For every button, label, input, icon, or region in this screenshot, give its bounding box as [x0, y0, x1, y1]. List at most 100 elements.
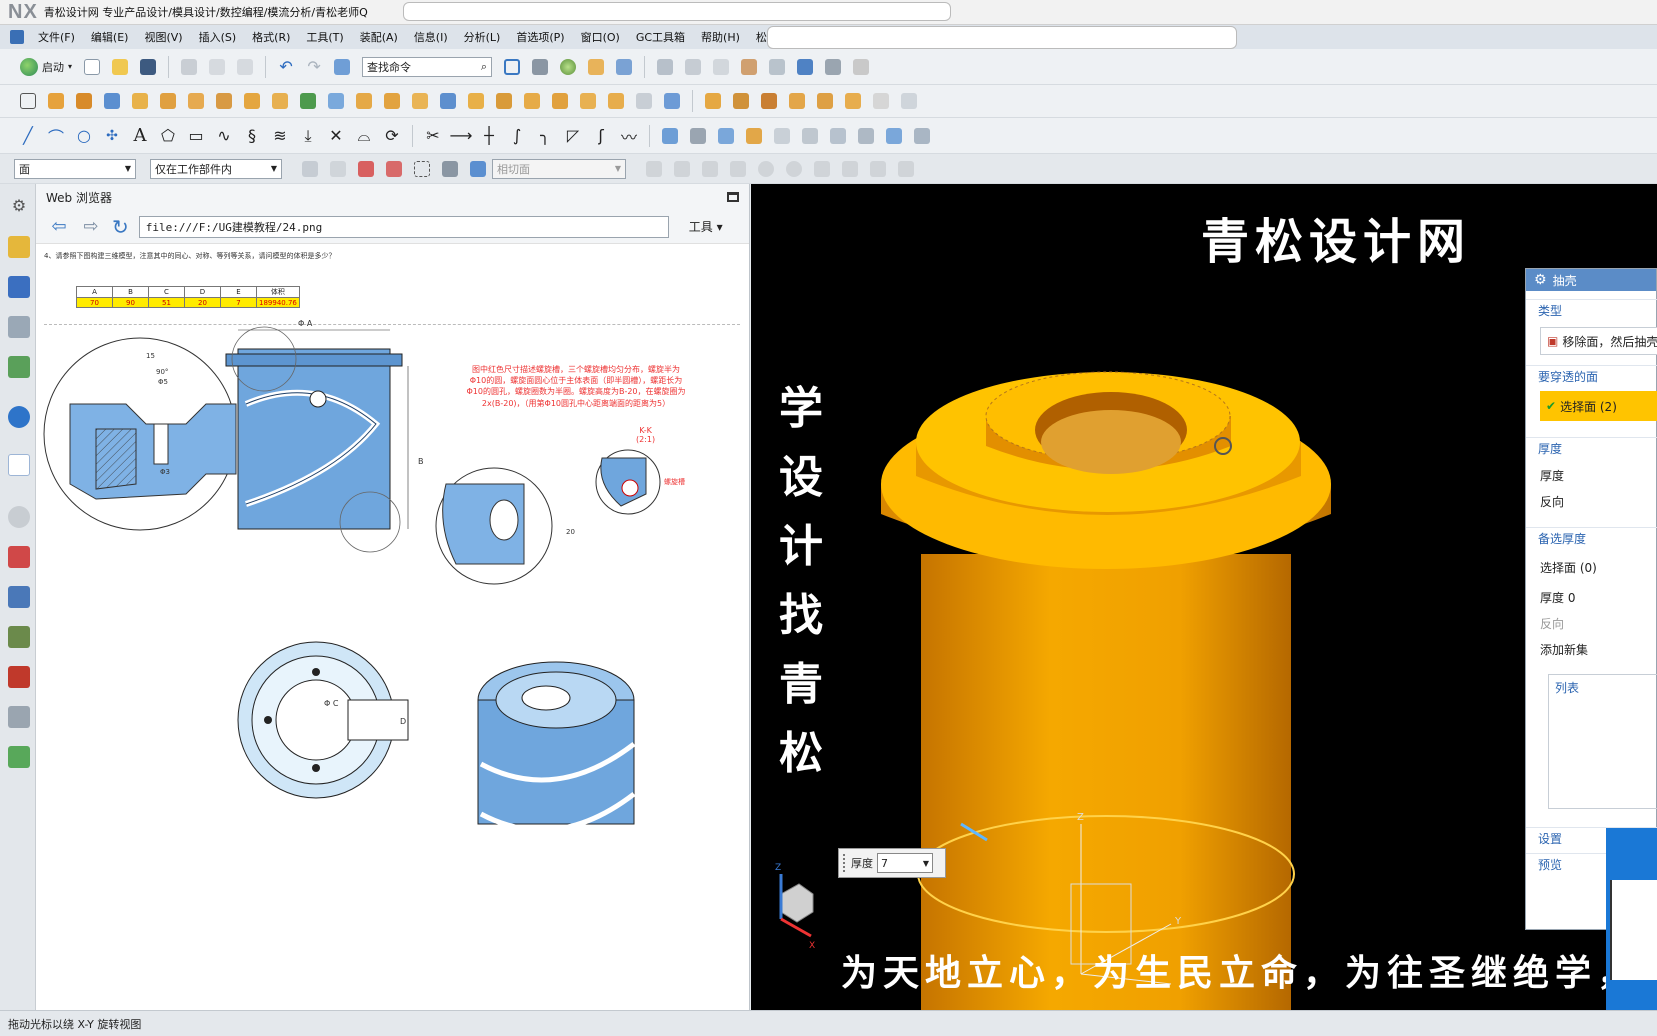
cut-button[interactable]	[178, 56, 200, 78]
patch-button[interactable]	[827, 125, 849, 147]
reuse-library-icon[interactable]	[8, 356, 30, 378]
menu-view[interactable]: 视图(V)	[136, 29, 190, 45]
fit-view-button[interactable]	[501, 56, 523, 78]
url-field[interactable]: file:///F:/UG建模教程/24.png	[138, 215, 669, 238]
chamfer-button[interactable]	[409, 90, 431, 112]
pattern-face-button[interactable]	[842, 90, 864, 112]
replace-face-button[interactable]	[730, 90, 752, 112]
intersect-curve-button[interactable]: ✕	[325, 125, 347, 147]
copy-button[interactable]	[206, 56, 228, 78]
maximize-icon[interactable]	[727, 192, 739, 202]
new-file-button[interactable]	[81, 56, 103, 78]
join-curve-button[interactable]: ʃ	[590, 125, 612, 147]
bridge-curve-button[interactable]: ⌓	[353, 125, 375, 147]
hole-button[interactable]	[213, 90, 235, 112]
feature-select-button[interactable]	[439, 158, 461, 180]
revolve-button[interactable]	[73, 90, 95, 112]
snap-endpoint-button[interactable]	[643, 158, 665, 180]
project-curve-button[interactable]: ⤓	[297, 125, 319, 147]
shell-button[interactable]	[437, 90, 459, 112]
split-body-button[interactable]	[521, 90, 543, 112]
alt-thickness-field[interactable]: 厚度 0	[1540, 589, 1575, 606]
manufacturing-wizard-icon[interactable]	[8, 626, 30, 648]
arc-button[interactable]: ⌒	[45, 125, 67, 147]
process-studio-icon[interactable]	[8, 586, 30, 608]
hd3d-tools-icon[interactable]	[8, 406, 30, 428]
menu-preferences[interactable]: 首选项(P)	[508, 29, 572, 45]
unite-button[interactable]	[297, 90, 319, 112]
through-curves-button[interactable]	[687, 125, 709, 147]
web-browser-icon[interactable]	[8, 454, 30, 476]
cylinder-body[interactable]	[921, 554, 1291, 1010]
forward-arrow-icon[interactable]: ⇨	[80, 216, 102, 237]
sphere-button[interactable]	[557, 56, 579, 78]
subtract-button[interactable]	[325, 90, 347, 112]
offset-region-button[interactable]	[814, 90, 836, 112]
menu-insert[interactable]: 插入(S)	[191, 29, 245, 45]
snap-button[interactable]	[710, 56, 732, 78]
ruler-button[interactable]	[850, 56, 872, 78]
alt-select-face-button[interactable]: 选择面 (0)	[1540, 559, 1597, 576]
system-materials-icon[interactable]	[8, 546, 30, 568]
block-button[interactable]	[101, 90, 123, 112]
cone-button[interactable]	[157, 90, 179, 112]
pierce-section-header[interactable]: 要穿透的面	[1526, 365, 1657, 385]
graphics-window[interactable]: Z Y Z X 青松设计网 学设计找青松 为天地立心，为生民立命，为往圣继绝学，…	[751, 184, 1657, 1010]
delete-face-button[interactable]	[758, 90, 780, 112]
datum-button[interactable]	[661, 90, 683, 112]
spline-button[interactable]: ∿	[213, 125, 235, 147]
menu-tools[interactable]: 工具(T)	[298, 29, 351, 45]
snap-quadrant-button[interactable]	[783, 158, 805, 180]
menu-edit[interactable]: 编辑(E)	[83, 29, 137, 45]
render-style-button[interactable]	[529, 56, 551, 78]
palette-icon[interactable]	[8, 746, 30, 768]
menu-gc-toolbox[interactable]: GC工具箱	[628, 29, 693, 45]
shell-type-dropdown[interactable]: ▣ 移除面，然后抽壳	[1540, 327, 1657, 355]
snap-control-button[interactable]	[699, 158, 721, 180]
assembly-navigator-icon[interactable]	[8, 236, 30, 258]
shell-body-button[interactable]	[898, 90, 920, 112]
menu-file[interactable]: 文件(F)	[30, 29, 83, 45]
snap-onc-button[interactable]	[839, 158, 861, 180]
menu-window[interactable]: 窗口(O)	[573, 29, 628, 45]
resize-face-button[interactable]	[786, 90, 808, 112]
system-scene-icon[interactable]	[8, 706, 30, 728]
section-surface-button[interactable]	[911, 125, 933, 147]
app-menu-icon[interactable]	[10, 30, 24, 44]
sew-button[interactable]	[799, 125, 821, 147]
snap-center-button[interactable]	[755, 158, 777, 180]
offset-face-button[interactable]	[549, 90, 571, 112]
add-new-set-button[interactable]: 添加新集	[1540, 641, 1588, 658]
scale-body-button[interactable]	[605, 90, 627, 112]
snap-intersect-button[interactable]	[727, 158, 749, 180]
rectangle-button[interactable]: ▭	[185, 125, 207, 147]
sync-move-button[interactable]	[702, 90, 724, 112]
history-icon[interactable]	[8, 506, 30, 528]
studio-surface-button[interactable]	[771, 125, 793, 147]
offset-curve-button[interactable]: ≋	[269, 125, 291, 147]
select-face-button[interactable]: ✔ 选择面 (2)	[1540, 391, 1657, 421]
trim-sheet-button[interactable]	[855, 125, 877, 147]
alt-thickness-section-header[interactable]: 备选厚度	[1526, 527, 1657, 547]
save-button[interactable]	[137, 56, 159, 78]
scope-filter-dropdown[interactable]: 仅在工作部件内 ▼	[150, 158, 282, 179]
menu-assembly[interactable]: 装配(A)	[352, 29, 406, 45]
text-button[interactable]: A	[129, 125, 151, 147]
snap-bounded-button[interactable]	[895, 158, 917, 180]
sketch-button[interactable]	[17, 90, 39, 112]
curve-length-button[interactable]: ∫	[506, 125, 528, 147]
filter-reset-button[interactable]	[299, 158, 321, 180]
select-all-button[interactable]	[327, 158, 349, 180]
extend-curve-button[interactable]: ⟶	[450, 125, 473, 147]
thickness-popup-field[interactable]: 7 ▼	[877, 853, 933, 873]
chamfer-curve-button[interactable]: ◸	[562, 125, 584, 147]
model-button[interactable]	[331, 56, 353, 78]
view-orient-button[interactable]	[613, 56, 635, 78]
gear-icon[interactable]: ⚙	[1534, 272, 1547, 288]
layer-button[interactable]	[585, 56, 607, 78]
body-select-button[interactable]	[467, 158, 489, 180]
analysis-button[interactable]	[738, 56, 760, 78]
draft-button[interactable]	[465, 90, 487, 112]
grid-button[interactable]	[822, 56, 844, 78]
trim-curve-button[interactable]: ✂	[422, 125, 444, 147]
